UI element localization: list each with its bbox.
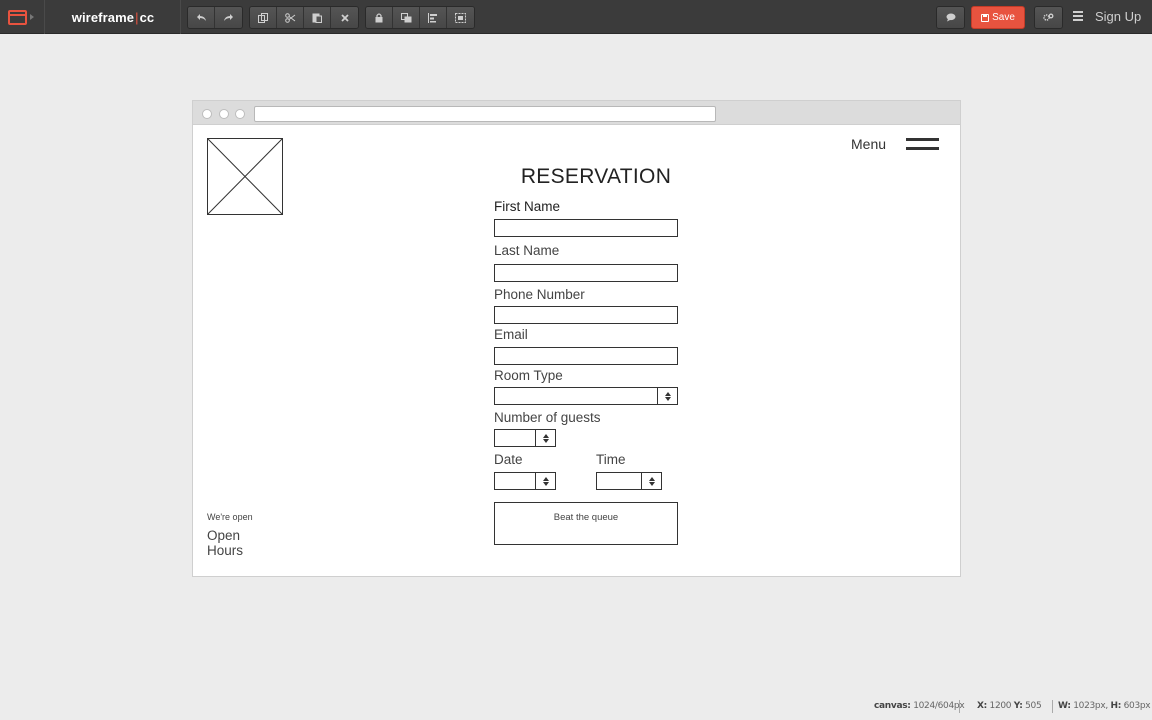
save-button-label: Save [992,12,1015,23]
redo-icon [224,14,233,21]
top-toolbar: wireframe | cc Save Sign Up [0,0,1152,34]
save-button[interactable]: Save [971,6,1025,29]
canvas-size-readout: canvas: 1024/604px [874,701,965,713]
cut-button[interactable] [277,7,304,28]
y-key: Y: [1013,701,1023,711]
window-dot-icon [202,109,212,119]
select-arrows-icon [641,473,661,489]
cursor-position-readout: X: 1200 Y: 505 [977,701,1042,713]
window-icon [8,9,27,25]
comment-button-group [936,6,965,29]
select-arrows-icon [657,388,677,404]
browser-frame[interactable]: Menu RESERVATION First Name Last Name Ph… [192,100,961,577]
beat-the-queue-button[interactable]: Beat the queue [494,502,678,545]
paste-button[interactable] [304,7,331,28]
comment-button[interactable] [937,7,964,28]
phone-number-label: Phone Number [494,287,585,302]
undo-icon [196,14,206,21]
browser-title-bar [193,101,960,125]
settings-icon [1043,13,1054,21]
open-hours-text: Open Hours [207,528,244,558]
paste-icon [312,13,322,23]
comment-icon [946,13,955,22]
h-value: 603px [1123,701,1151,711]
app-menu-button[interactable] [8,5,46,29]
last-name-label: Last Name [494,243,560,258]
email-label: Email [494,327,528,342]
delete-icon [340,13,349,22]
window-dot-icon [235,109,245,119]
guests-label: Number of guests [494,410,601,425]
group-button[interactable] [447,7,474,28]
image-placeholder[interactable] [207,138,283,215]
logo-separator: | [135,9,139,25]
cut-icon [284,12,295,23]
first-name-field[interactable] [494,219,678,237]
arrange-button[interactable] [393,7,420,28]
menu-hamburger-icon[interactable] [906,138,939,150]
delete-button[interactable] [331,7,358,28]
date-select[interactable] [494,472,556,490]
selection-size-readout: W: 1023px, H: 603px [1058,701,1151,713]
toolbar-divider [44,0,45,34]
redo-button[interactable] [215,7,242,28]
align-button[interactable] [420,7,447,28]
undo-button[interactable] [188,7,215,28]
time-label: Time [596,452,626,467]
first-name-label: First Name [494,199,561,214]
w-value: 1023px, [1073,701,1108,711]
settings-button[interactable] [1035,7,1062,28]
logo-text: wireframe [71,9,135,25]
email-field[interactable] [494,347,678,365]
status-divider [959,700,960,713]
arrange-button-group [365,6,475,29]
arrange-icon [400,12,411,22]
align-icon [428,12,437,23]
app-logo[interactable]: wireframe | cc [46,0,180,34]
sign-up-link[interactable]: Sign Up [1095,0,1141,34]
x-key: X: [977,701,987,711]
settings-button-group [1034,6,1063,29]
copy-icon [258,12,268,23]
time-select[interactable] [596,472,662,490]
x-value: 1200 [989,701,1012,711]
were-open-text: We're open [207,512,253,522]
caret-icon [30,14,34,20]
canvas-value: 1024/604px [913,701,965,711]
canvas-key: canvas: [874,701,911,711]
h-key: H: [1110,701,1122,711]
copy-button[interactable] [250,7,277,28]
last-name-field[interactable] [494,264,678,282]
room-type-select[interactable] [494,387,678,405]
window-dot-icon [219,109,229,119]
stepper-arrows-icon [535,430,555,446]
page-title: RESERVATION [520,165,672,188]
logo-suffix: cc [139,9,155,25]
menu-label[interactable]: Menu [851,136,886,152]
hamburger-icon[interactable] [1073,11,1083,21]
status-divider [1052,700,1053,713]
room-type-label: Room Type [494,368,563,383]
address-bar[interactable] [254,106,716,122]
w-key: W: [1058,701,1071,711]
y-value: 505 [1025,701,1042,711]
floppy-icon [981,13,990,22]
select-arrows-icon [535,473,555,489]
lock-button[interactable] [366,7,393,28]
group-icon [455,12,466,23]
clipboard-button-group [249,6,359,29]
lock-icon [375,12,383,22]
date-label: Date [494,452,523,467]
phone-number-field[interactable] [494,306,678,324]
toolbar-divider [180,0,181,34]
image-placeholder-icon [207,138,283,215]
guests-stepper[interactable] [494,429,556,447]
history-button-group [187,6,243,29]
